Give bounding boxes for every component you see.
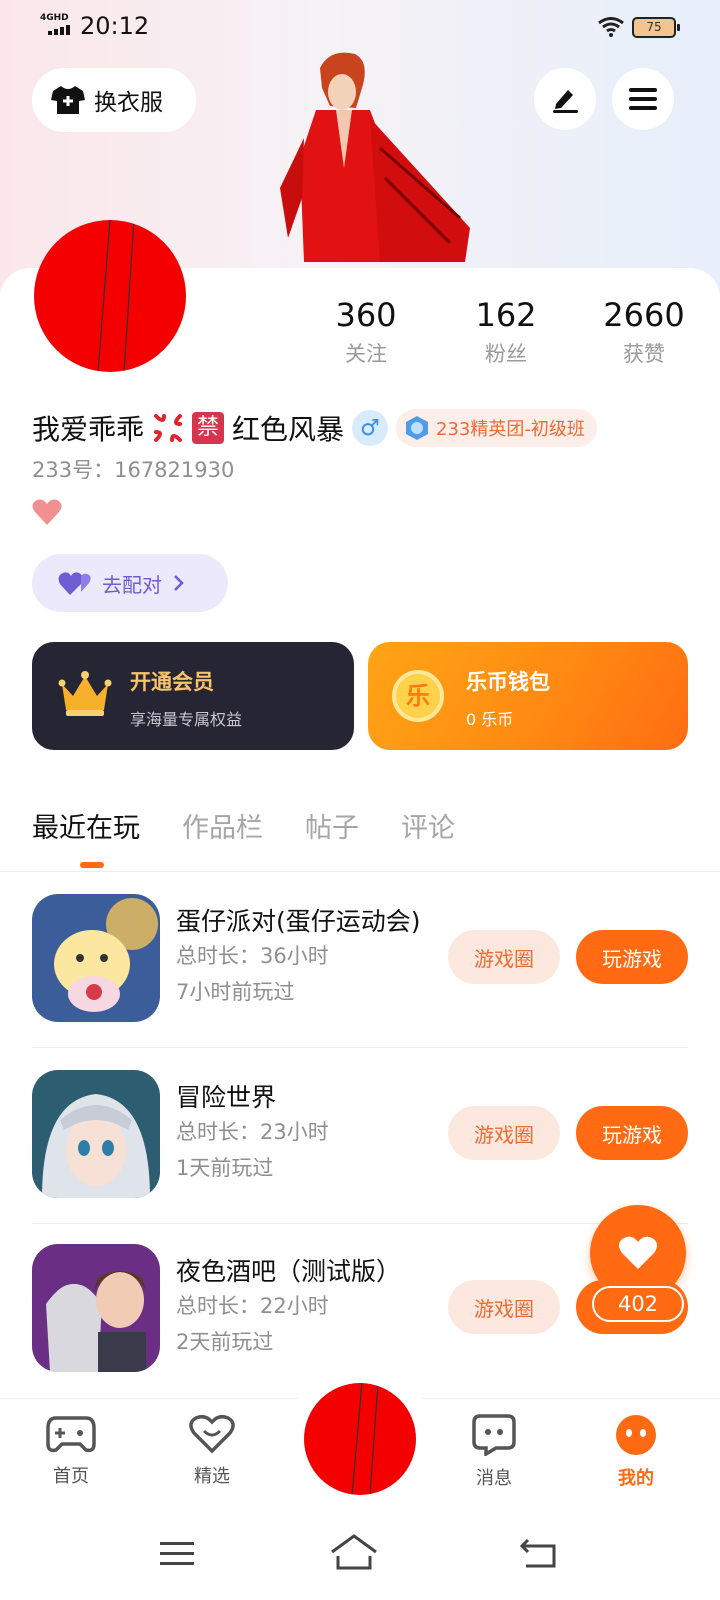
- chat-icon: [472, 1414, 516, 1458]
- battery-indicator: 75: [632, 17, 680, 38]
- shirt-icon: [51, 86, 85, 114]
- chevron-right-icon: [174, 575, 184, 591]
- heart-filled-icon: [618, 1236, 658, 1269]
- clock: 20:12: [80, 12, 150, 40]
- nav-home[interactable]: 首页: [31, 1414, 111, 1488]
- game-row[interactable]: 蛋仔派对(蛋仔运动会) 总时长：36小时 7小时前玩过 游戏圈 玩游戏: [0, 872, 720, 1048]
- vip-membership-card[interactable]: 开通会员 享海量专属权益: [32, 642, 354, 750]
- tab-comments[interactable]: 评论: [401, 806, 455, 845]
- like-count-badge: 402: [592, 1286, 684, 1322]
- male-gender-icon: ♂: [352, 410, 389, 446]
- game-icon-night-bar[interactable]: [32, 1244, 160, 1372]
- coin-wallet-card[interactable]: 乐 乐币钱包 0 乐币: [368, 642, 688, 750]
- game-title: 夜色酒吧（测试版）: [176, 1257, 402, 1286]
- game-title: 冒险世界: [176, 1083, 277, 1112]
- nav-me-label: 我的: [618, 1468, 654, 1489]
- nav-featured[interactable]: 精选: [172, 1414, 252, 1488]
- home-system-icon[interactable]: [330, 1534, 378, 1572]
- avatar-character-figure[interactable]: [260, 48, 490, 268]
- game-icon-adventure-world[interactable]: [32, 1070, 160, 1198]
- play-game-button[interactable]: 玩游戏: [576, 1106, 688, 1160]
- level-tag-label: 233精英团-初级班: [436, 419, 585, 440]
- vip-subtitle: 享海量专属权益: [130, 710, 243, 729]
- fans-count: 162: [475, 296, 537, 334]
- tab-recently-played[interactable]: 最近在玩: [32, 806, 140, 845]
- go-match-button[interactable]: 去配对: [32, 554, 228, 612]
- wifi-icon: [598, 17, 624, 37]
- avatar[interactable]: [34, 220, 186, 372]
- signal-icon: [48, 25, 70, 35]
- wallet-balance: 0 乐币: [466, 710, 514, 729]
- tab-posts[interactable]: 帖子: [305, 806, 359, 845]
- go-match-label: 去配对: [102, 572, 162, 597]
- game-last-played: 1天前玩过: [176, 1156, 274, 1180]
- nav-me[interactable]: 我的: [596, 1414, 676, 1490]
- play-game-button[interactable]: 玩游戏: [576, 930, 688, 984]
- game-duration: 总时长：36小时: [176, 944, 329, 968]
- game-duration: 总时长：23小时: [176, 1120, 329, 1144]
- edit-profile-button[interactable]: [534, 68, 596, 130]
- stat-likes[interactable]: 2660 获赞: [574, 296, 714, 368]
- game-icon-eggy-party[interactable]: [32, 894, 160, 1022]
- stat-following[interactable]: 360 关注: [296, 296, 436, 368]
- fans-label: 粉丝: [485, 342, 527, 366]
- system-navigation-bar: [0, 1520, 720, 1600]
- level-tag[interactable]: 233精英团-初级班: [396, 409, 597, 447]
- pen-icon: [553, 90, 578, 113]
- nav-messages[interactable]: 消息: [454, 1414, 534, 1490]
- profile-tabs: 最近在玩 作品栏 帖子 评论: [32, 806, 455, 845]
- game-circle-button[interactable]: 游戏圈: [448, 930, 560, 984]
- game-title: 蛋仔派对(蛋仔运动会): [176, 907, 421, 936]
- recent-apps-icon[interactable]: [160, 1540, 194, 1568]
- game-circle-button[interactable]: 游戏圈: [448, 1106, 560, 1160]
- anger-emoji-icon: [154, 414, 183, 442]
- face-icon: [616, 1415, 656, 1455]
- tab-works[interactable]: 作品栏: [182, 806, 263, 845]
- nickname-row: 我爱乖乖 禁 红色风暴 ♂ 233精英团-初级班: [32, 406, 597, 450]
- change-outfit-button[interactable]: 换衣服: [32, 68, 196, 132]
- change-outfit-label: 换衣服: [94, 90, 163, 116]
- avatar-image: [97, 220, 135, 372]
- network-type: 4GHD: [40, 13, 69, 23]
- nickname-prefix: 我爱乖乖: [32, 413, 145, 446]
- vip-title: 开通会员: [130, 670, 214, 694]
- nav-home-label: 首页: [53, 1466, 89, 1487]
- game-circle-button[interactable]: 游戏圈: [448, 1280, 560, 1334]
- wallet-title: 乐币钱包: [466, 670, 550, 694]
- user-id[interactable]: 233号：167821930: [32, 454, 234, 484]
- game-row[interactable]: 冒险世界 总时长：23小时 1天前玩过 游戏圈 玩游戏: [0, 1048, 720, 1224]
- center-avatar-button[interactable]: [304, 1383, 416, 1495]
- following-count: 360: [335, 296, 397, 334]
- gamepad-icon: [46, 1416, 96, 1453]
- heart-outline-icon: [189, 1414, 235, 1454]
- game-last-played: 2天前玩过: [176, 1330, 274, 1354]
- double-heart-icon: [58, 572, 91, 595]
- stat-fans[interactable]: 162 粉丝: [436, 296, 576, 368]
- center-avatar-image: [351, 1383, 379, 1495]
- hamburger-menu-icon: [629, 88, 657, 110]
- game-last-played: 7小时前玩过: [176, 980, 295, 1004]
- following-label: 关注: [345, 342, 387, 366]
- game-duration: 总时长：22小时: [176, 1294, 329, 1318]
- nav-featured-label: 精选: [194, 1466, 230, 1487]
- nickname-suffix: 红色风暴: [232, 413, 345, 446]
- level-medal-icon: [406, 416, 429, 440]
- likes-label: 获赞: [623, 342, 665, 366]
- coin-icon: 乐: [392, 670, 444, 722]
- crown-icon: [58, 671, 112, 716]
- ban-emoji-badge: 禁: [192, 412, 225, 444]
- nav-messages-label: 消息: [476, 1468, 512, 1489]
- active-tab-indicator: [80, 862, 104, 868]
- back-icon[interactable]: [520, 1538, 556, 1568]
- heart-icon: [32, 499, 62, 525]
- likes-count: 2660: [603, 296, 685, 334]
- menu-button[interactable]: [612, 68, 674, 130]
